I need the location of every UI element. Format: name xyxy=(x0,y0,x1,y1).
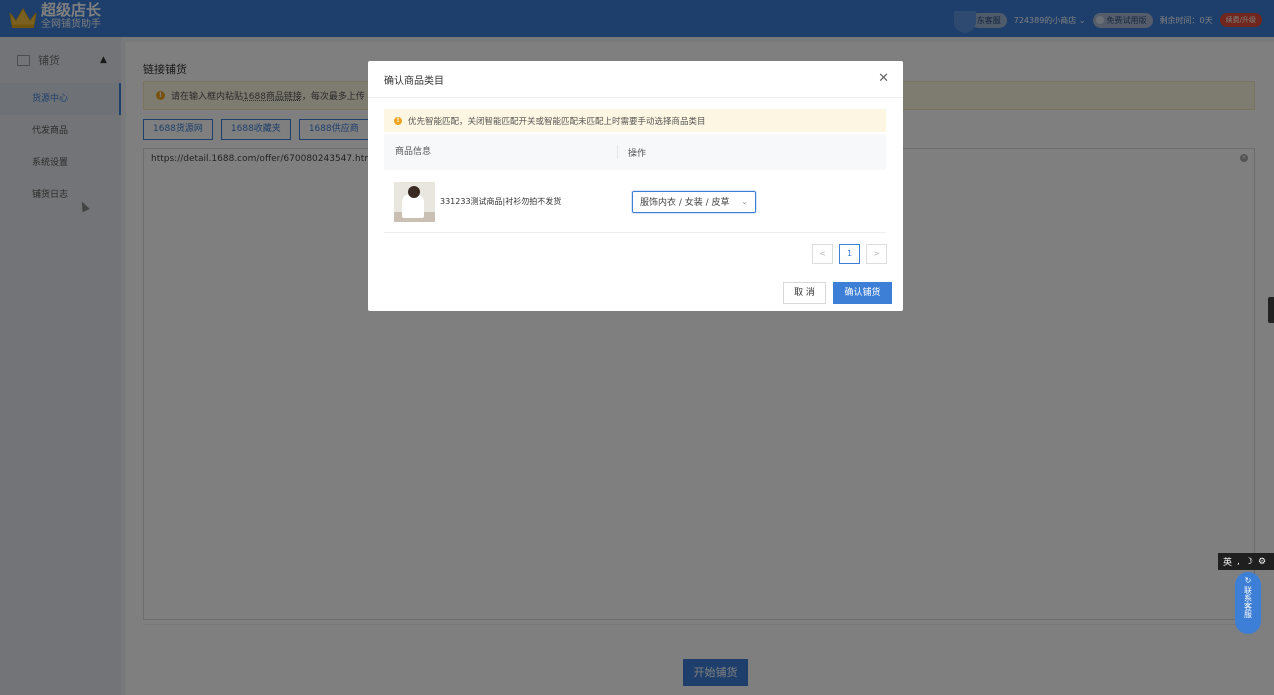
moon-icon: ☽ xyxy=(1244,556,1253,567)
close-icon[interactable]: ✕ xyxy=(878,72,889,86)
cancel-button[interactable]: 取 消 xyxy=(783,282,826,304)
category-select[interactable]: 服饰内衣 / 女装 / 皮草 ⌄ xyxy=(632,190,756,213)
prev-page-button[interactable]: < xyxy=(812,244,833,264)
edge-handle[interactable] xyxy=(1268,297,1274,323)
table-row: 331233测试商品|衬衫勿拍不发货 服饰内衣 / 女装 / 皮草 ⌄ xyxy=(384,171,886,233)
page-1-button[interactable]: 1 xyxy=(839,244,860,264)
column-header-action: 操作 xyxy=(628,148,647,159)
warning-icon: ! xyxy=(394,116,402,125)
gear-icon: ⚙ xyxy=(1257,556,1267,567)
next-page-button[interactable]: > xyxy=(866,244,887,264)
contact-support-label: 联系客服 xyxy=(1243,586,1253,618)
table-header: 商品信息 操作 xyxy=(384,134,886,170)
ime-language-label: 英 xyxy=(1223,558,1233,568)
refresh-icon: ↻ xyxy=(1244,576,1252,585)
dialog-footer: 取 消 确认铺货 xyxy=(783,282,892,304)
product-name: 331233测试商品|衬衫勿拍不发货 xyxy=(440,197,562,206)
dialog-notice-text: 优先智能匹配，关闭智能匹配开关或智能匹配未匹配上时需要手动选择商品类目 xyxy=(408,116,706,127)
pagination: < 1 > xyxy=(812,244,887,264)
product-thumbnail xyxy=(394,181,435,222)
category-select-value: 服饰内衣 / 女装 / 皮草 xyxy=(640,198,730,208)
column-header-product-info: 商品信息 xyxy=(384,145,618,159)
confirm-category-dialog: 确认商品类目 ✕ ! 优先智能匹配，关闭智能匹配开关或智能匹配未匹配上时需要手动… xyxy=(368,61,903,311)
dialog-title: 确认商品类目 xyxy=(384,75,444,87)
confirm-distribute-button[interactable]: 确认铺货 xyxy=(833,282,892,304)
punctuation-icon: , xyxy=(1237,556,1240,567)
ime-toolbar[interactable]: 英 , ☽ ⚙ xyxy=(1218,553,1274,570)
contact-support-button[interactable]: ↻ 联系客服 xyxy=(1235,572,1261,634)
chevron-down-icon: ⌄ xyxy=(741,196,748,206)
dialog-notice: ! 优先智能匹配，关闭智能匹配开关或智能匹配未匹配上时需要手动选择商品类目 xyxy=(384,109,886,132)
